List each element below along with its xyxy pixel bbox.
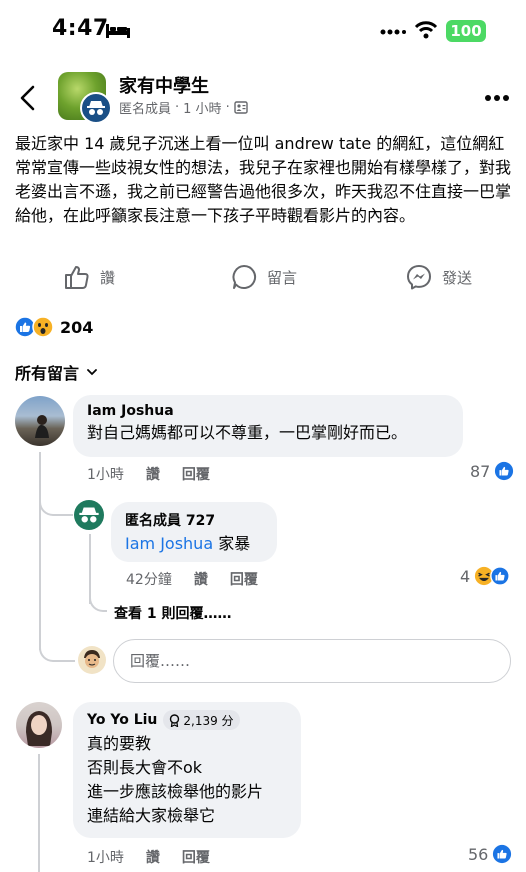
cellular-signal-icon	[380, 29, 406, 35]
anonymous-commenter-avatar[interactable]	[74, 500, 104, 530]
comment-line: 進一步應該檢舉他的影片	[87, 782, 264, 801]
meta-separator: ·	[175, 100, 180, 115]
post-actions-bar: 讚 留言 發送	[0, 258, 526, 298]
messenger-icon	[407, 265, 431, 290]
chevron-down-icon	[87, 368, 97, 375]
thread-connector	[89, 586, 107, 612]
like-reaction-icon	[495, 461, 514, 481]
group-name[interactable]: 家有中學生	[119, 72, 209, 98]
comment-time[interactable]: 1小時	[87, 847, 124, 867]
comment-like-button[interactable]: 讚	[146, 464, 160, 484]
status-bar: 4:47 100	[0, 0, 526, 62]
post-body-text: 最近家中 14 歲兒子沉迷上看一位叫 andrew tate 的網紅，這位網紅常…	[15, 134, 512, 225]
post-time[interactable]: 1 小時	[183, 98, 221, 117]
comment-meta: 42分鐘 讚 回覆	[126, 569, 258, 589]
comment-bubble-icon	[232, 264, 257, 289]
post-author: 匿名成員	[119, 102, 172, 117]
comment-text: 對自己媽媽都可以不尊重，一巴掌剛好而已。	[87, 423, 408, 442]
comment-line: 真的要教	[87, 734, 152, 753]
meta-separator: ·	[225, 100, 230, 115]
comment-bubble[interactable]: Yo Yo Liu 2,139 分 真的要教 否則長大會不ok 進一步應該檢舉他…	[73, 702, 301, 838]
comment-button-label: 留言	[267, 268, 298, 287]
comment-like-number: 4	[460, 566, 471, 586]
battery-indicator: 100	[446, 20, 486, 42]
reaction-summary[interactable]: 204	[14, 316, 93, 338]
thumbs-up-icon	[65, 266, 89, 289]
sleep-mode-icon	[106, 24, 130, 38]
commenter-avatar[interactable]	[16, 702, 62, 748]
comment-like-number: 56	[468, 844, 489, 864]
like-button-label: 讚	[100, 268, 116, 287]
group-privacy-icon	[234, 101, 248, 114]
comment-text: Iam Joshua 家暴	[125, 532, 263, 556]
comment-meta: 1小時 讚 回覆	[87, 464, 210, 484]
status-time: 4:47	[52, 16, 109, 41]
thread-connector	[39, 480, 73, 516]
like-button[interactable]: 讚	[64, 264, 115, 290]
comment-button[interactable]: 留言	[231, 264, 297, 290]
more-options-icon[interactable]	[484, 94, 510, 102]
comment-meta: 1小時 讚 回覆	[87, 847, 210, 867]
comment-reply-button[interactable]: 回覆	[182, 847, 210, 867]
back-arrow-icon[interactable]	[16, 84, 40, 112]
thread-connector	[39, 634, 75, 662]
wow-reaction-icon	[32, 316, 54, 338]
comment-like-number: 87	[470, 461, 491, 481]
commenter-name-text[interactable]: Yo Yo Liu	[87, 712, 157, 728]
mention-link[interactable]: Iam Joshua	[125, 534, 213, 553]
send-button[interactable]: 發送	[406, 264, 472, 290]
reaction-count: 204	[60, 317, 94, 337]
like-reaction-icon	[490, 566, 510, 586]
comment-sort-dropdown[interactable]: 所有留言	[15, 360, 97, 384]
comment-like-count[interactable]: 87	[470, 461, 514, 481]
comment-reply-button[interactable]: 回覆	[230, 569, 258, 589]
comment-text-body: 家暴	[213, 534, 251, 553]
comment-time[interactable]: 42分鐘	[126, 569, 172, 589]
comment-like-button[interactable]: 讚	[194, 569, 208, 589]
comment-reply-button[interactable]: 回覆	[182, 464, 210, 484]
reply-input[interactable]: 回覆……	[113, 639, 511, 683]
commenter-avatar[interactable]	[15, 396, 65, 446]
contributor-badge: 2,139 分	[163, 710, 240, 730]
medal-icon	[170, 713, 180, 727]
thread-line	[38, 754, 40, 872]
comment-like-button[interactable]: 讚	[146, 847, 160, 867]
reply-bubble[interactable]: 匿名成員 727 Iam Joshua 家暴	[111, 502, 277, 562]
current-user-avatar	[78, 646, 106, 674]
comment-bubble[interactable]: Iam Joshua 對自己媽媽都可以不尊重，一巴掌剛好而已。	[73, 395, 463, 457]
wifi-icon	[414, 21, 438, 39]
comment-time[interactable]: 1小時	[87, 464, 124, 484]
send-button-label: 發送	[442, 268, 473, 287]
comment-sort-label: 所有留言	[15, 364, 80, 383]
comment-line: 連結給大家檢舉它	[87, 806, 216, 825]
post-meta: 匿名成員 · 1 小時 ·	[119, 98, 248, 117]
comment-line: 否則長大會不ok	[87, 758, 203, 777]
comment-like-count[interactable]: 4	[460, 566, 510, 586]
view-more-replies-link[interactable]: 查看 1 則回覆……	[114, 603, 232, 623]
commenter-name[interactable]: Iam Joshua	[87, 403, 449, 419]
comment-like-count[interactable]: 56	[468, 844, 512, 864]
commenter-name: Yo Yo Liu 2,139 分	[87, 710, 287, 730]
badge-points: 2,139 分	[183, 713, 234, 728]
commenter-name[interactable]: 匿名成員 727	[125, 510, 263, 530]
like-reaction-icon	[493, 844, 512, 864]
anonymous-member-icon	[80, 92, 112, 124]
